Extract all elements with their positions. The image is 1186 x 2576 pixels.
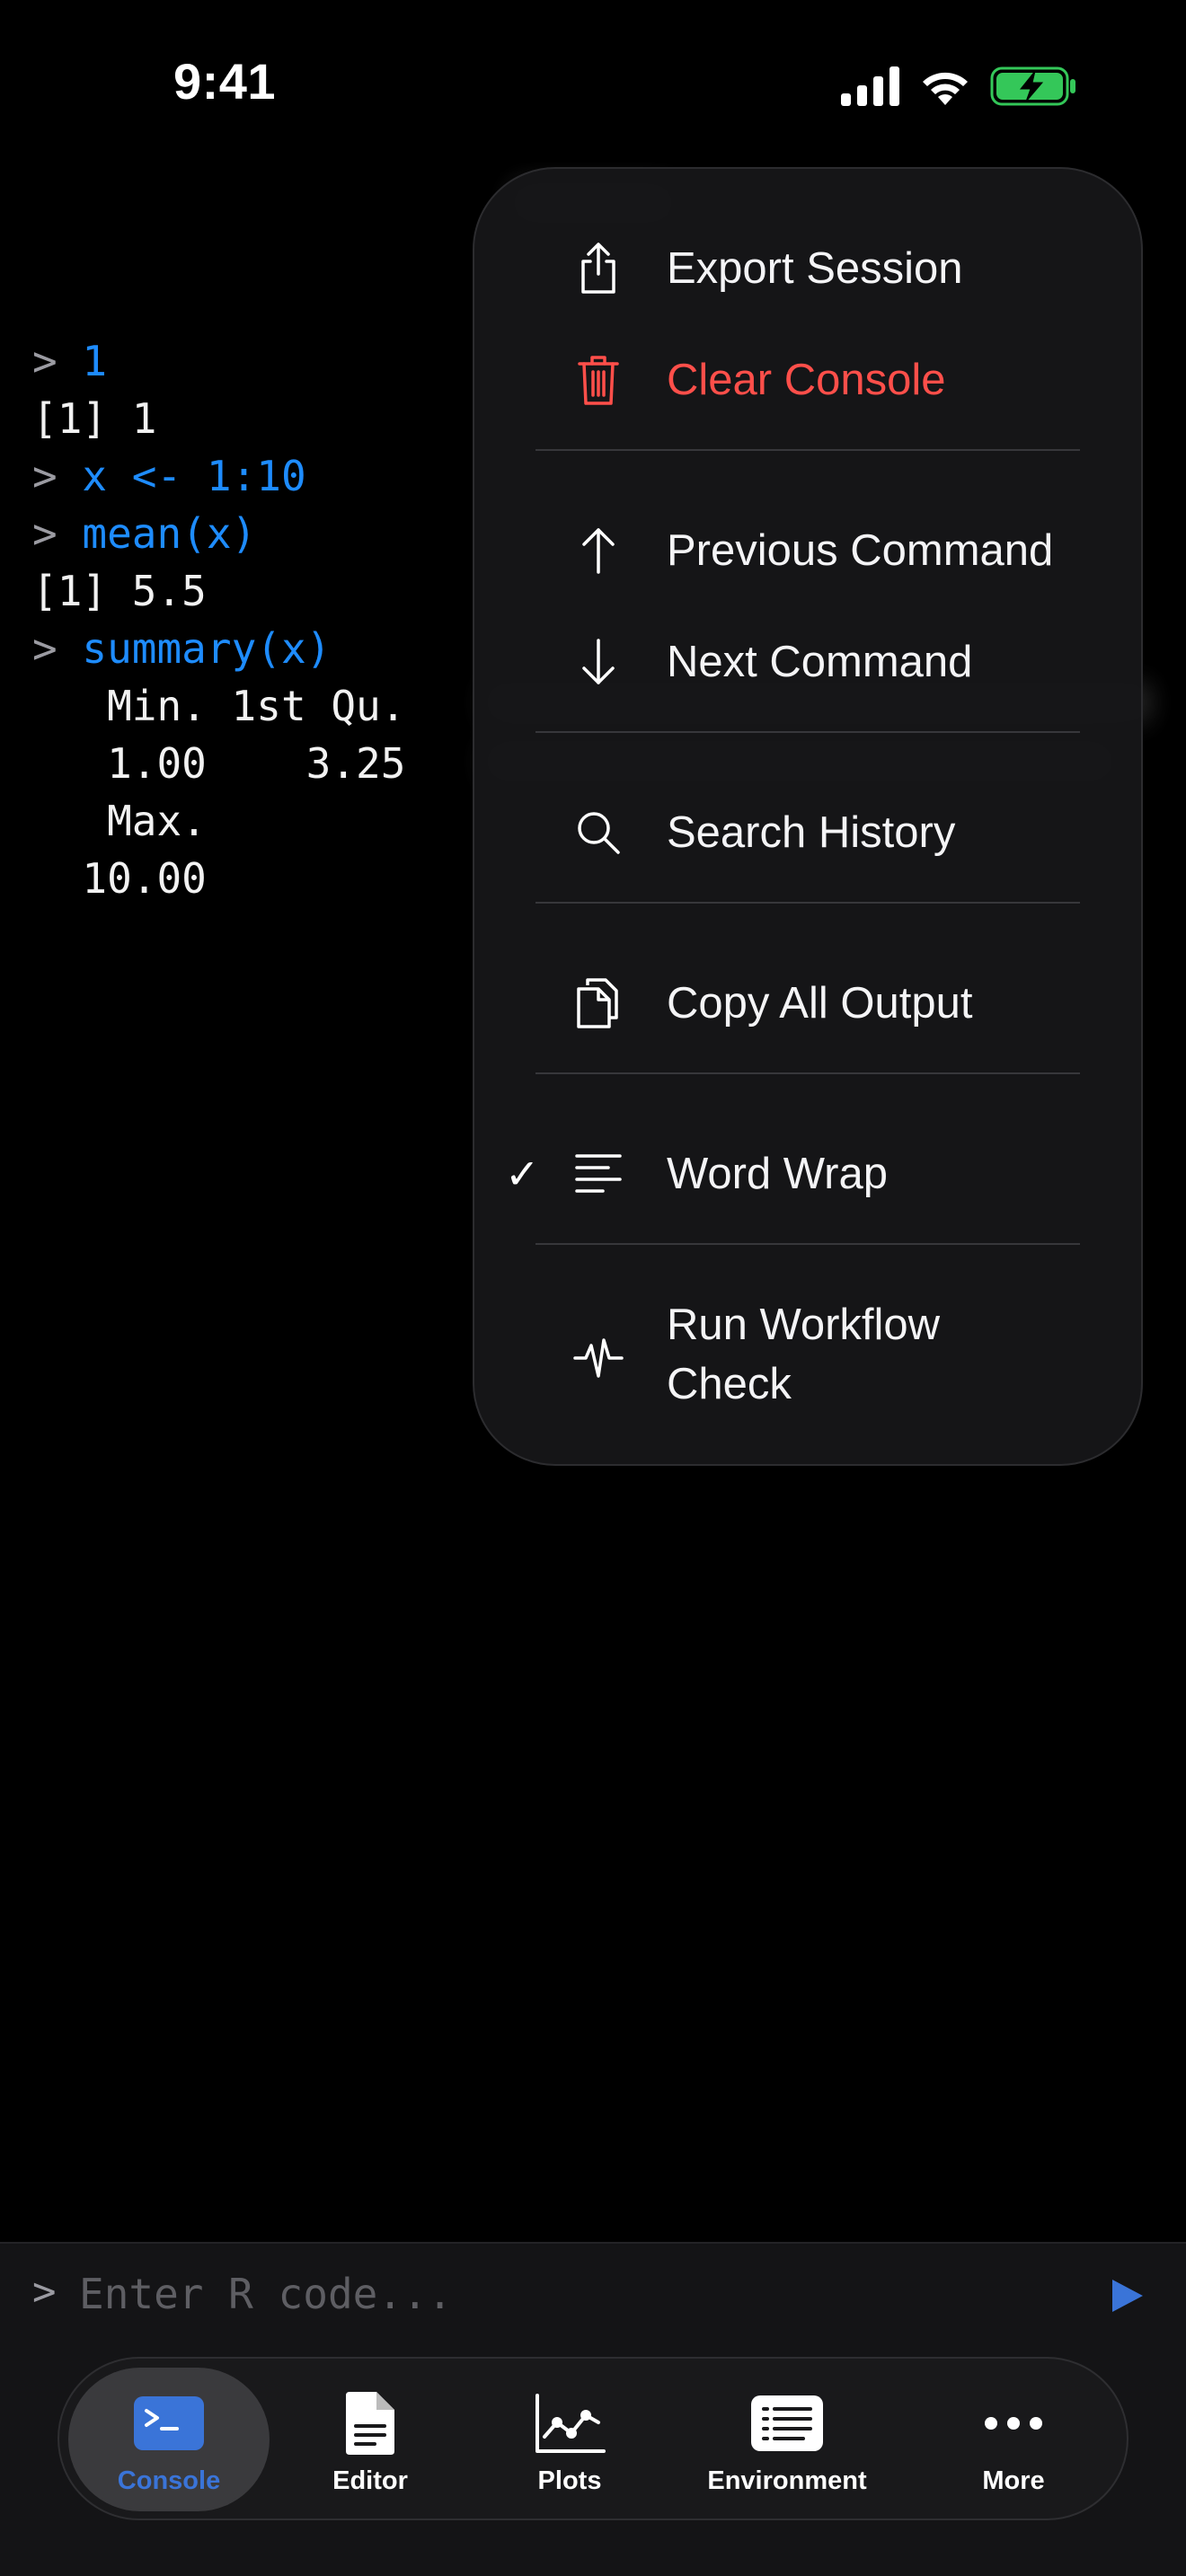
status-bar: 9:41 (0, 0, 1186, 171)
tab-more[interactable]: More (933, 2368, 1094, 2511)
tab-bar: Console Editor Plots Environment More (58, 2357, 1128, 2520)
tab-plots[interactable]: Plots (489, 2368, 651, 2511)
menu-divider (535, 1072, 1080, 1074)
tab-console[interactable]: Console (68, 2368, 270, 2511)
tab-environment[interactable]: Environment (679, 2368, 895, 2511)
menu-item-clear-console[interactable]: Clear Console (474, 331, 1145, 429)
r-code-input[interactable] (79, 2260, 1067, 2328)
document-icon (330, 2387, 411, 2459)
text-align-left-icon (573, 1149, 624, 1199)
tab-editor[interactable]: Editor (289, 2368, 451, 2511)
menu-item-next-command[interactable]: Next Command (474, 613, 1145, 711)
menu-item-copy-all-output[interactable]: Copy All Output (474, 954, 1145, 1053)
menu-item-search-history[interactable]: Search History (474, 783, 1145, 882)
arrow-up-icon (573, 525, 624, 576)
console-input-bar: > (0, 2242, 1186, 2342)
tab-bar-area: Console Editor Plots Environment More (0, 2342, 1186, 2576)
battery-charging-icon (990, 66, 1075, 106)
input-prompt: > (32, 2269, 57, 2315)
cellular-signal-icon (841, 66, 899, 106)
console-actions-menu: Export Session Clear Console Previous Co… (473, 167, 1143, 1466)
menu-item-export-session[interactable]: Export Session (474, 219, 1145, 318)
menu-item-word-wrap[interactable]: ✓ Word Wrap (474, 1125, 1145, 1223)
wifi-icon (923, 72, 968, 105)
menu-item-previous-command[interactable]: Previous Command (474, 501, 1145, 600)
menu-item-run-workflow-check[interactable]: Run Workflow Check (474, 1295, 1145, 1421)
menu-item-label: Run Workflow Check (667, 1301, 941, 1408)
waveform-icon (573, 1333, 624, 1383)
list-icon (747, 2387, 828, 2459)
search-icon (573, 807, 624, 858)
arrow-down-icon (573, 637, 624, 687)
share-icon (573, 243, 624, 294)
status-icons (841, 63, 1076, 110)
play-icon (1112, 2280, 1143, 2312)
menu-divider (535, 902, 1080, 904)
menu-divider (535, 1243, 1080, 1245)
trash-icon (573, 355, 624, 405)
status-time: 9:41 (173, 53, 277, 110)
screen: 9:41 > 1 [1] 1 > x <- 1:10 > mean(x) [1]… (0, 0, 1186, 2576)
checkmark-icon: ✓ (505, 1151, 540, 1197)
terminal-icon (128, 2387, 209, 2459)
menu-divider (535, 731, 1080, 733)
line-chart-icon (529, 2387, 610, 2459)
ellipsis-icon (973, 2387, 1054, 2459)
copy-icon (573, 978, 624, 1028)
run-button[interactable] (1102, 2271, 1152, 2321)
menu-divider (535, 449, 1080, 451)
